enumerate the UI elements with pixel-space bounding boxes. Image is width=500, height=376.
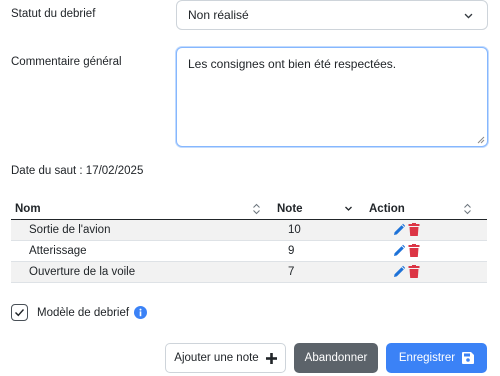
pencil-icon[interactable]	[393, 244, 405, 257]
trash-icon[interactable]	[408, 265, 420, 278]
row-nom: Sortie de l'avion	[11, 219, 273, 241]
row-actions	[365, 261, 487, 283]
column-header-action[interactable]: Action	[365, 199, 487, 220]
add-note-button[interactable]: Ajouter une note	[165, 343, 286, 373]
statut-select-value: Non réalisé	[188, 8, 249, 22]
commentaire-value: Les consignes ont bien été respectées.	[188, 57, 397, 71]
column-header-action-label: Action	[369, 202, 405, 215]
column-header-note[interactable]: Note	[273, 199, 365, 220]
sort-icon[interactable]	[252, 203, 261, 215]
column-header-nom-label: Nom	[15, 202, 41, 215]
plus-icon	[265, 352, 277, 364]
pencil-icon[interactable]	[393, 265, 405, 278]
modele-debrief-checkbox-wrap: Modèle de debrief	[11, 304, 148, 321]
add-note-label: Ajouter une note	[174, 352, 259, 364]
floppy-disk-icon	[462, 352, 475, 364]
abandon-label: Abandonner	[304, 352, 368, 364]
pencil-icon[interactable]	[393, 223, 405, 236]
abandon-button[interactable]: Abandonner	[294, 343, 378, 373]
commentaire-textarea[interactable]: Les consignes ont bien été respectées.	[176, 47, 488, 147]
table-row: Atterissage 9	[11, 240, 487, 262]
sort-descending-icon[interactable]	[344, 204, 353, 213]
row-note: 9	[273, 240, 365, 262]
row-nom: Ouverture de la voile	[11, 261, 273, 283]
modele-debrief-label: Modèle de debrief	[37, 306, 130, 319]
statut-select[interactable]: Non réalisé	[176, 0, 488, 30]
trash-icon[interactable]	[408, 244, 420, 257]
info-icon[interactable]	[134, 306, 148, 319]
chevron-down-icon	[464, 13, 473, 19]
trash-icon[interactable]	[408, 223, 420, 236]
table-header-row: Nom Note Action	[11, 199, 487, 220]
row-actions	[365, 240, 487, 262]
row-note: 7	[273, 261, 365, 283]
notes-table: Nom Note Action Sortie de l'avion 10 Att…	[11, 199, 487, 283]
table-row: Sortie de l'avion 10	[11, 219, 487, 241]
save-label: Enregistrer	[398, 352, 456, 364]
column-header-nom[interactable]: Nom	[11, 199, 273, 220]
table-row: Ouverture de la voile 7	[11, 261, 487, 283]
resize-handle-icon[interactable]	[477, 136, 485, 144]
column-header-note-label: Note	[277, 202, 303, 215]
sort-icon[interactable]	[463, 203, 472, 215]
save-button[interactable]: Enregistrer	[386, 343, 487, 373]
modele-debrief-checkbox[interactable]	[11, 304, 28, 321]
checkmark-icon	[15, 309, 25, 317]
row-nom: Atterissage	[11, 240, 273, 262]
row-actions	[365, 219, 487, 241]
date-du-saut: Date du saut : 17/02/2025	[11, 165, 144, 177]
commentaire-label: Commentaire général	[11, 56, 122, 68]
statut-label: Statut du debrief	[11, 8, 96, 20]
row-note: 10	[273, 219, 365, 241]
